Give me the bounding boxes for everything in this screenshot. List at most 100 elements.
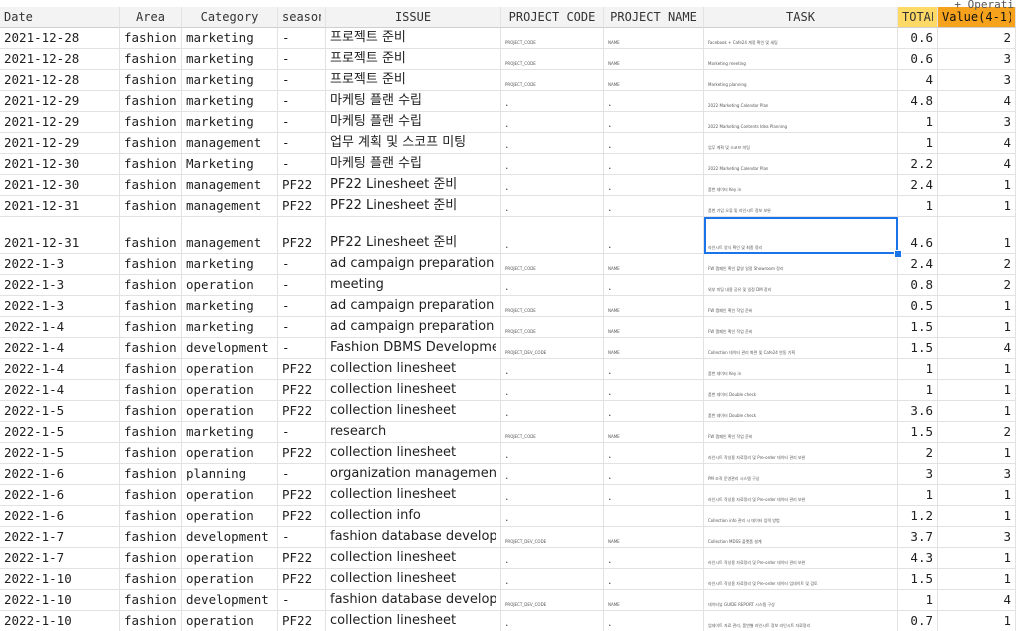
cell-season[interactable]: PF22 (278, 443, 326, 464)
cell-category[interactable]: marketing (182, 254, 278, 275)
cell-issue[interactable]: 프로젝트 준비 (326, 28, 501, 49)
cell-task[interactable]: Marketing planning (704, 70, 898, 91)
cell-area[interactable]: fashion (120, 464, 182, 485)
cell-area[interactable]: fashion (120, 422, 182, 443)
cell-value[interactable]: 1 (938, 569, 1016, 590)
cell-area[interactable]: fashion (120, 506, 182, 527)
cell-value[interactable]: 1 (938, 296, 1016, 317)
cell-code[interactable]: . (501, 485, 604, 506)
cell-area[interactable]: fashion (120, 443, 182, 464)
cell-value[interactable]: 3 (938, 49, 1016, 70)
cell-task[interactable]: Marketing meeting (704, 49, 898, 70)
header-project-name[interactable]: PROJECT NAME (604, 7, 704, 28)
cell-task[interactable]: 데이터뷰 GUIDE REPORT 시스템 구상 (704, 590, 898, 611)
cell-value[interactable]: 4 (938, 338, 1016, 359)
cell-total[interactable]: 0.6 (898, 49, 938, 70)
cell-total[interactable]: 4 (898, 70, 938, 91)
cell-total[interactable]: 2.4 (898, 175, 938, 196)
cell-name[interactable]: . (604, 401, 704, 422)
cell-code[interactable]: . (501, 548, 604, 569)
cell-value[interactable]: 1 (938, 217, 1016, 254)
cell-name[interactable]: . (604, 275, 704, 296)
cell-issue[interactable]: ad campaign preparation (326, 317, 501, 338)
cell-task[interactable]: 품번 데이터 Double check (704, 380, 898, 401)
header-area[interactable]: Area (120, 7, 182, 28)
cell-task[interactable]: 2022 Marketing Calendar Plan (704, 154, 898, 175)
cell-date[interactable]: 2022-1-5 (0, 443, 120, 464)
cell-season[interactable]: PF22 (278, 548, 326, 569)
cell-value[interactable]: 1 (938, 548, 1016, 569)
cell-season[interactable]: PF22 (278, 217, 326, 254)
cell-season[interactable]: PF22 (278, 359, 326, 380)
cell-task[interactable]: 외부 미팅 내용 공유 및 일정 DM 정리 (704, 275, 898, 296)
cell-name[interactable]: . (604, 359, 704, 380)
cell-date[interactable]: 2022-1-7 (0, 527, 120, 548)
cell-name[interactable]: . (604, 196, 704, 217)
cell-name[interactable]: . (604, 464, 704, 485)
cell-date[interactable]: 2022-1-4 (0, 380, 120, 401)
cell-date[interactable]: 2022-1-3 (0, 254, 120, 275)
cell-category[interactable]: Marketing (182, 154, 278, 175)
cell-code[interactable]: . (501, 196, 604, 217)
cell-name[interactable]: . (604, 443, 704, 464)
cell-category[interactable]: operation (182, 275, 278, 296)
cell-value[interactable]: 3 (938, 112, 1016, 133)
cell-issue[interactable]: organization management (326, 464, 501, 485)
cell-name[interactable]: . (604, 133, 704, 154)
cell-value[interactable]: 2 (938, 422, 1016, 443)
cell-task[interactable]: FW 캠페인 확인 촬영 일정 Showroom 정리 (704, 254, 898, 275)
cell-total[interactable]: 1 (898, 590, 938, 611)
cell-code[interactable]: PROJECT_DEV_CODE (501, 338, 604, 359)
cell-code[interactable]: . (501, 133, 604, 154)
cell-season[interactable]: PF22 (278, 175, 326, 196)
cell-area[interactable]: fashion (120, 275, 182, 296)
cell-issue[interactable]: fashion database development (326, 590, 501, 611)
cell-total[interactable]: 0.8 (898, 275, 938, 296)
cell-area[interactable]: fashion (120, 154, 182, 175)
cell-season[interactable]: PF22 (278, 569, 326, 590)
cell-code[interactable]: . (501, 380, 604, 401)
cell-date[interactable]: 2022-1-10 (0, 569, 120, 590)
cell-season[interactable]: - (278, 527, 326, 548)
cell-date[interactable]: 2021-12-28 (0, 70, 120, 91)
cell-issue[interactable]: collection linesheet (326, 611, 501, 631)
cell-category[interactable]: marketing (182, 28, 278, 49)
cell-name[interactable]: . (604, 217, 704, 254)
cell-name[interactable]: NAME (604, 422, 704, 443)
cell-task[interactable]: 품번 데이터 Double check (704, 401, 898, 422)
cell-area[interactable]: fashion (120, 196, 182, 217)
cell-category[interactable]: operation (182, 401, 278, 422)
cell-task[interactable]: Collection MDSS 플랫폼 설계 (704, 527, 898, 548)
cell-date[interactable]: 2021-12-31 (0, 217, 120, 254)
cell-category[interactable]: operation (182, 359, 278, 380)
cell-name[interactable]: NAME (604, 70, 704, 91)
cell-code[interactable]: . (501, 569, 604, 590)
cell-name[interactable]: . (604, 112, 704, 133)
cell-name[interactable]: NAME (604, 254, 704, 275)
cell-season[interactable]: - (278, 254, 326, 275)
cell-code[interactable]: . (501, 611, 604, 631)
cell-area[interactable]: fashion (120, 296, 182, 317)
cell-total[interactable]: 1 (898, 485, 938, 506)
header-category[interactable]: Category (182, 7, 278, 28)
cell-date[interactable]: 2021-12-29 (0, 91, 120, 112)
cell-season[interactable]: PF22 (278, 485, 326, 506)
cell-total[interactable]: 1.2 (898, 506, 938, 527)
cell-name[interactable]: NAME (604, 296, 704, 317)
cell-season[interactable]: - (278, 112, 326, 133)
cell-issue[interactable]: collection linesheet (326, 443, 501, 464)
cell-task[interactable]: 품번 데이터 Key in (704, 175, 898, 196)
cell-category[interactable]: operation (182, 548, 278, 569)
cell-date[interactable]: 2022-1-6 (0, 485, 120, 506)
header-project-code[interactable]: PROJECT CODE (501, 7, 604, 28)
cell-code[interactable]: . (501, 275, 604, 296)
cell-issue[interactable]: 업무 계획 및 스코프 미팅 (326, 133, 501, 154)
cell-code[interactable]: PROJECT_CODE (501, 49, 604, 70)
cell-task[interactable]: PM 조직 운영관리 시스템 구상 (704, 464, 898, 485)
cell-value[interactable]: 1 (938, 611, 1016, 631)
cell-task[interactable]: 라인시트 작성용 자료정리 및 Pre-order 데이터 관리 보완 (704, 443, 898, 464)
cell-category[interactable]: marketing (182, 112, 278, 133)
cell-value[interactable]: 4 (938, 590, 1016, 611)
cell-task[interactable]: 라인시트 작성용 자료정리 및 Pre-order 데이터 업데이트 및 검토 (704, 569, 898, 590)
cell-date[interactable]: 2021-12-29 (0, 133, 120, 154)
